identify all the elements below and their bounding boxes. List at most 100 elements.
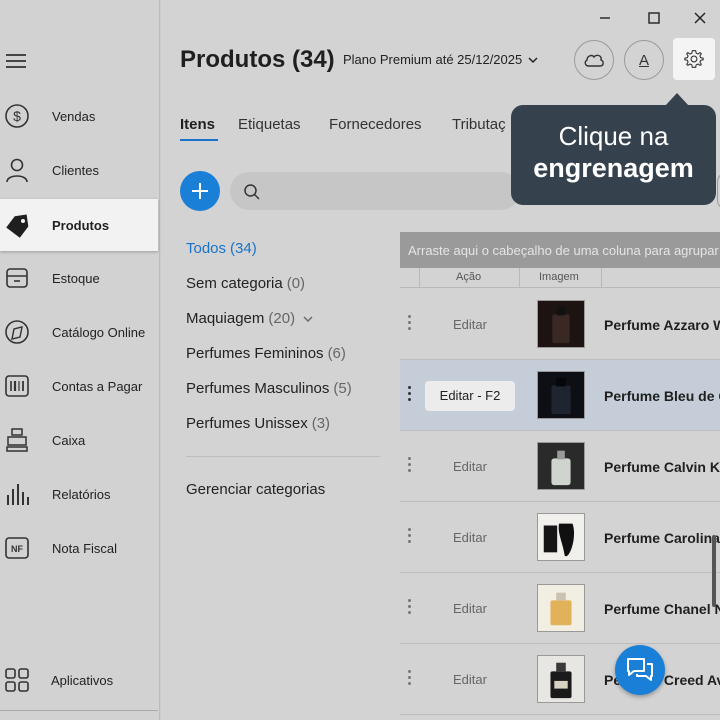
sidebar-item-produtos[interactable]: Produtos xyxy=(0,199,158,251)
table-row[interactable]: Editar Perfume Carolina xyxy=(400,502,720,573)
sidebar-item-clientes[interactable]: Clientes xyxy=(0,144,158,196)
category-name: Maquiagem xyxy=(186,310,265,327)
chevron-down-icon[interactable] xyxy=(303,315,313,323)
table-row[interactable]: Editar - F2 Perfume Bleu de C xyxy=(400,360,720,431)
row-menu-icon[interactable] xyxy=(408,457,412,477)
tab-itens[interactable]: Itens xyxy=(180,116,215,133)
category-perfumes-unissex[interactable]: Perfumes Unissex (3) xyxy=(186,415,330,432)
category-sem-categoria[interactable]: Sem categoria (0) xyxy=(186,275,305,292)
manage-categories-link[interactable]: Gerenciar categorias xyxy=(186,481,325,498)
tab-fornecedores[interactable]: Fornecedores xyxy=(329,116,422,133)
product-image xyxy=(537,513,585,561)
apps-grid-icon xyxy=(5,668,29,692)
sidebar-item-label: Vendas xyxy=(52,108,96,124)
edit-button[interactable]: Editar xyxy=(425,310,515,340)
chat-icon xyxy=(627,658,653,681)
close-icon[interactable] xyxy=(690,8,710,28)
sidebar-item-label: Catálogo Online xyxy=(52,324,146,340)
chat-support-button[interactable] xyxy=(615,645,665,695)
sidebar-item-label: Nota Fiscal xyxy=(52,540,118,556)
table-row[interactable]: Editar Perfume Chanel N xyxy=(400,573,720,644)
plus-icon xyxy=(192,183,208,199)
product-image xyxy=(537,655,585,703)
product-name: Perfume Azzaro W xyxy=(604,317,720,333)
hamburger-menu-icon[interactable] xyxy=(6,50,28,72)
tab-etiquetas[interactable]: Etiquetas xyxy=(238,116,301,133)
category-name: Perfumes Unissex xyxy=(186,415,308,432)
category-perfumes-femininos[interactable]: Perfumes Femininos (6) xyxy=(186,345,346,362)
category-name: Sem categoria xyxy=(186,275,283,292)
sidebar-item-caixa[interactable]: Caixa xyxy=(0,414,158,466)
page-title: Produtos (34) xyxy=(180,46,335,73)
plan-label: Plano Premium até 25/12/2025 xyxy=(343,52,523,67)
minimize-icon[interactable] xyxy=(595,8,615,28)
catalog-icon xyxy=(5,320,29,344)
product-image xyxy=(537,584,585,632)
tooltip-line-2: engrenagem xyxy=(533,153,694,183)
maximize-icon[interactable] xyxy=(644,8,664,28)
box-icon xyxy=(6,268,28,288)
user-icon xyxy=(6,158,28,183)
sidebar-item-label: Estoque xyxy=(52,270,100,286)
sidebar-item-aplicativos[interactable]: Aplicativos xyxy=(0,654,158,706)
category-name: Todos xyxy=(186,240,227,257)
sidebar-item-contas-a-pagar[interactable]: Contas a Pagar xyxy=(0,360,158,412)
column-separator[interactable] xyxy=(419,268,420,288)
edit-button[interactable]: Editar xyxy=(425,594,515,624)
settings-button[interactable] xyxy=(673,38,715,80)
add-product-button[interactable] xyxy=(180,171,220,211)
column-header-acao[interactable]: Ação xyxy=(456,271,481,283)
category-name: Perfumes Femininos xyxy=(186,345,324,362)
sidebar-divider xyxy=(0,710,158,711)
tab-tributacao[interactable]: Tributaç xyxy=(452,116,506,133)
scrollbar-thumb[interactable] xyxy=(712,535,716,607)
column-header-imagem[interactable]: Imagem xyxy=(539,271,579,283)
sidebar-item-label: Clientes xyxy=(52,162,99,178)
category-maquiagem[interactable]: Maquiagem (20) xyxy=(186,310,313,327)
grid-header: Ação Imagem xyxy=(400,268,720,288)
sidebar-item-estoque[interactable]: Estoque xyxy=(0,252,158,304)
row-menu-icon[interactable] xyxy=(408,599,412,619)
chevron-down-icon xyxy=(528,56,538,63)
sidebar-item-label: Caixa xyxy=(52,432,86,448)
edit-button[interactable]: Editar xyxy=(425,523,515,553)
edit-button[interactable]: Editar xyxy=(425,452,515,482)
group-by-drop-area[interactable]: Arraste aqui o cabeçalho de uma coluna p… xyxy=(400,232,720,268)
row-menu-icon[interactable] xyxy=(408,315,412,335)
product-name: Perfume Chanel N xyxy=(604,601,720,617)
sidebar-item-relatorios[interactable]: Relatórios xyxy=(0,468,158,520)
product-name: Perfume Bleu de C xyxy=(604,388,720,404)
cash-register-icon xyxy=(6,428,28,452)
row-menu-icon[interactable] xyxy=(408,386,412,406)
sidebar-item-label: Aplicativos xyxy=(51,672,114,688)
search-icon xyxy=(244,184,260,200)
category-perfumes-masculinos[interactable]: Perfumes Masculinos (5) xyxy=(186,380,352,397)
main-content: Produtos (34) Plano Premium até 25/12/20… xyxy=(161,0,720,720)
edit-button[interactable]: Editar xyxy=(425,665,515,695)
product-image xyxy=(537,442,585,490)
plan-dropdown[interactable]: Plano Premium até 25/12/2025 xyxy=(343,52,538,67)
edit-button[interactable]: Editar - F2 xyxy=(425,381,515,411)
category-count: (6) xyxy=(327,345,346,362)
table-row[interactable]: Editar Perfume Azzaro W xyxy=(400,289,720,360)
dollar-icon: $ xyxy=(5,104,29,128)
category-count: (20) xyxy=(268,310,296,327)
row-menu-icon[interactable] xyxy=(408,528,412,548)
sidebar-item-catalogo-online[interactable]: Catálogo Online xyxy=(0,306,158,358)
cloud-icon xyxy=(584,54,604,67)
sidebar-item-nota-fiscal[interactable]: NF Nota Fiscal xyxy=(0,522,158,574)
table-row[interactable]: Editar Perfume Calvin K xyxy=(400,431,720,502)
sidebar-item-vendas[interactable]: $ Vendas xyxy=(0,90,158,142)
category-todos[interactable]: Todos (34) xyxy=(186,240,257,257)
sidebar-item-label: Relatórios xyxy=(52,486,111,502)
font-size-button[interactable]: A xyxy=(624,40,664,80)
category-count: (3) xyxy=(311,415,331,432)
column-separator[interactable] xyxy=(519,268,520,288)
search-input[interactable] xyxy=(230,172,520,210)
sidebar: $ Vendas Clientes Produtos Estoque Catál… xyxy=(0,0,160,720)
row-menu-icon[interactable] xyxy=(408,670,412,690)
cloud-sync-button[interactable] xyxy=(574,40,614,80)
category-count: (34) xyxy=(230,240,257,257)
column-separator[interactable] xyxy=(601,268,602,288)
table-row[interactable]: Editar Perfume Creed Av xyxy=(400,644,720,715)
